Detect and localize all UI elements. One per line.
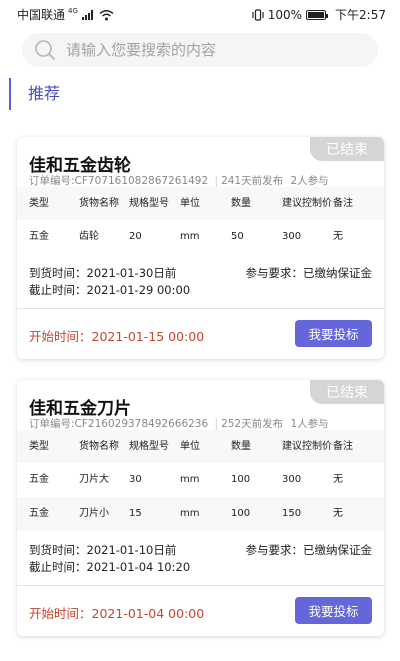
table-row: 五金 刀片大 30 mm 100 300 无 — [17, 463, 384, 497]
col-qty: 数量 — [231, 198, 251, 209]
cell-type: 五金 — [29, 231, 49, 242]
search-icon — [35, 40, 55, 60]
cell-type: 五金 — [29, 474, 49, 485]
cell-qty: 100 — [231, 474, 251, 485]
cell-qty: 50 — [231, 231, 244, 242]
published-time: 252天前发布 — [221, 418, 284, 430]
order-no: CF216029378492666236 — [74, 418, 209, 430]
start-label: 开始时间： — [29, 606, 92, 621]
goods-table: 类型 货物名称 规格型号 单位 数量 建议控制价 备注 五金 刀片大 30 mm… — [17, 430, 384, 531]
order-no: CF707161082867261492 — [74, 175, 209, 187]
search-input[interactable] — [66, 33, 366, 67]
start-value: 2021-01-15 00:00 — [91, 329, 205, 344]
cell-spec: 20 — [129, 231, 142, 242]
col-spec: 规格型号 — [129, 441, 169, 452]
order-no-label: 订单编号: — [29, 175, 75, 187]
deadline-value: 2021-01-29 00:00 — [86, 283, 191, 297]
cell-qty: 100 — [231, 508, 251, 519]
order-no-label: 订单编号: — [29, 418, 75, 430]
participants: 2人参与 — [290, 175, 329, 187]
col-type: 类型 — [29, 441, 49, 452]
cell-spec: 15 — [129, 508, 142, 519]
table-header: 类型 货物名称 规格型号 单位 数量 建议控制价 备注 — [17, 430, 384, 463]
wifi-icon — [99, 9, 114, 20]
cell-name: 刀片大 — [79, 474, 109, 485]
bid-button[interactable]: 我要投标 — [295, 320, 372, 347]
col-unit: 单位 — [180, 441, 200, 452]
order-meta: 订单编号:CF707161082867261492 | 241天前发布 2人参与 — [29, 173, 329, 188]
table-row: 五金 刀片小 15 mm 100 150 无 — [17, 497, 384, 531]
col-spec: 规格型号 — [129, 198, 169, 209]
order-card[interactable]: 已结束 佳和五金刀片 订单编号:CF216029378492666236 | 25… — [17, 380, 384, 636]
order-card[interactable]: 已结束 佳和五金齿轮 订单编号:CF707161082867261492 | 24… — [17, 137, 384, 359]
divider — [17, 585, 384, 586]
table-header: 类型 货物名称 规格型号 单位 数量 建议控制价 备注 — [17, 187, 384, 220]
delivery-label: 到货时间： — [29, 266, 87, 280]
requirement: 参与要求：已缴纳保证金 — [245, 266, 373, 280]
cell-type: 五金 — [29, 508, 49, 519]
deadline-label: 截止时间： — [29, 560, 87, 574]
deadline-time: 截止时间：2021-01-29 00:00 — [29, 282, 190, 298]
meta-separator: | — [214, 418, 219, 430]
col-type: 类型 — [29, 198, 49, 209]
clock: 下午2:57 — [335, 8, 386, 22]
cell-price: 150 — [282, 508, 302, 519]
cell-unit: mm — [180, 508, 200, 519]
col-qty: 数量 — [231, 441, 251, 452]
col-unit: 单位 — [180, 198, 200, 209]
order-meta: 订单编号:CF216029378492666236 | 252天前发布 1人参与 — [29, 416, 329, 431]
status-right: 100% 下午2:57 — [252, 6, 386, 23]
status-badge: 已结束 — [310, 380, 384, 404]
start-time: 开始时间：2021-01-04 00:00 — [29, 603, 204, 622]
published-time: 241天前发布 — [221, 175, 284, 187]
col-name: 货物名称 — [79, 198, 119, 209]
search-bar[interactable] — [22, 33, 378, 67]
vibrate-icon — [252, 8, 264, 21]
bid-button[interactable]: 我要投标 — [295, 597, 372, 624]
deadline-label: 截止时间： — [29, 283, 87, 297]
cell-note: 无 — [333, 474, 343, 485]
delivery-value: 2021-01-10日前 — [86, 543, 177, 557]
cell-unit: mm — [180, 474, 200, 485]
cell-price: 300 — [282, 474, 302, 485]
cell-note: 无 — [333, 231, 343, 242]
battery-icon — [306, 9, 329, 20]
requirement: 参与要求：已缴纳保证金 — [245, 543, 373, 557]
status-badge: 已结束 — [310, 137, 384, 161]
cell-name: 刀片小 — [79, 508, 109, 519]
delivery-time: 到货时间：2021-01-30日前 — [29, 265, 176, 281]
cell-unit: mm — [180, 231, 200, 242]
status-left: 中国联通 4G — [17, 6, 114, 23]
participants: 1人参与 — [290, 418, 329, 430]
start-label: 开始时间： — [29, 329, 92, 344]
status-bar: 中国联通 4G 100% 下午2:57 — [0, 0, 400, 28]
section-recommend: 推荐 — [9, 78, 60, 110]
table-row: 五金 齿轮 20 mm 50 300 无 — [17, 220, 384, 254]
battery-percent: 100% — [267, 7, 303, 22]
start-time: 开始时间：2021-01-15 00:00 — [29, 326, 204, 345]
col-name: 货物名称 — [79, 441, 119, 452]
delivery-label: 到货时间： — [29, 543, 87, 557]
col-note: 备注 — [333, 441, 353, 452]
col-note: 备注 — [333, 198, 353, 209]
delivery-time: 到货时间：2021-01-10日前 — [29, 542, 176, 558]
cell-name: 齿轮 — [79, 231, 99, 242]
network-type: 4G — [68, 6, 78, 15]
delivery-value: 2021-01-30日前 — [86, 266, 177, 280]
carrier-label: 中国联通 — [17, 8, 66, 22]
section-title: 推荐 — [28, 84, 61, 103]
divider — [17, 308, 384, 309]
cell-note: 无 — [333, 508, 343, 519]
col-price: 建议控制价 — [282, 198, 332, 209]
cell-spec: 30 — [129, 474, 142, 485]
start-value: 2021-01-04 00:00 — [91, 606, 205, 621]
meta-separator: | — [214, 175, 219, 187]
goods-table: 类型 货物名称 规格型号 单位 数量 建议控制价 备注 五金 齿轮 20 mm … — [17, 187, 384, 254]
col-price: 建议控制价 — [282, 441, 332, 452]
deadline-time: 截止时间：2021-01-04 10:20 — [29, 559, 190, 575]
deadline-value: 2021-01-04 10:20 — [86, 560, 191, 574]
signal-icon — [81, 9, 93, 20]
cell-price: 300 — [282, 231, 302, 242]
